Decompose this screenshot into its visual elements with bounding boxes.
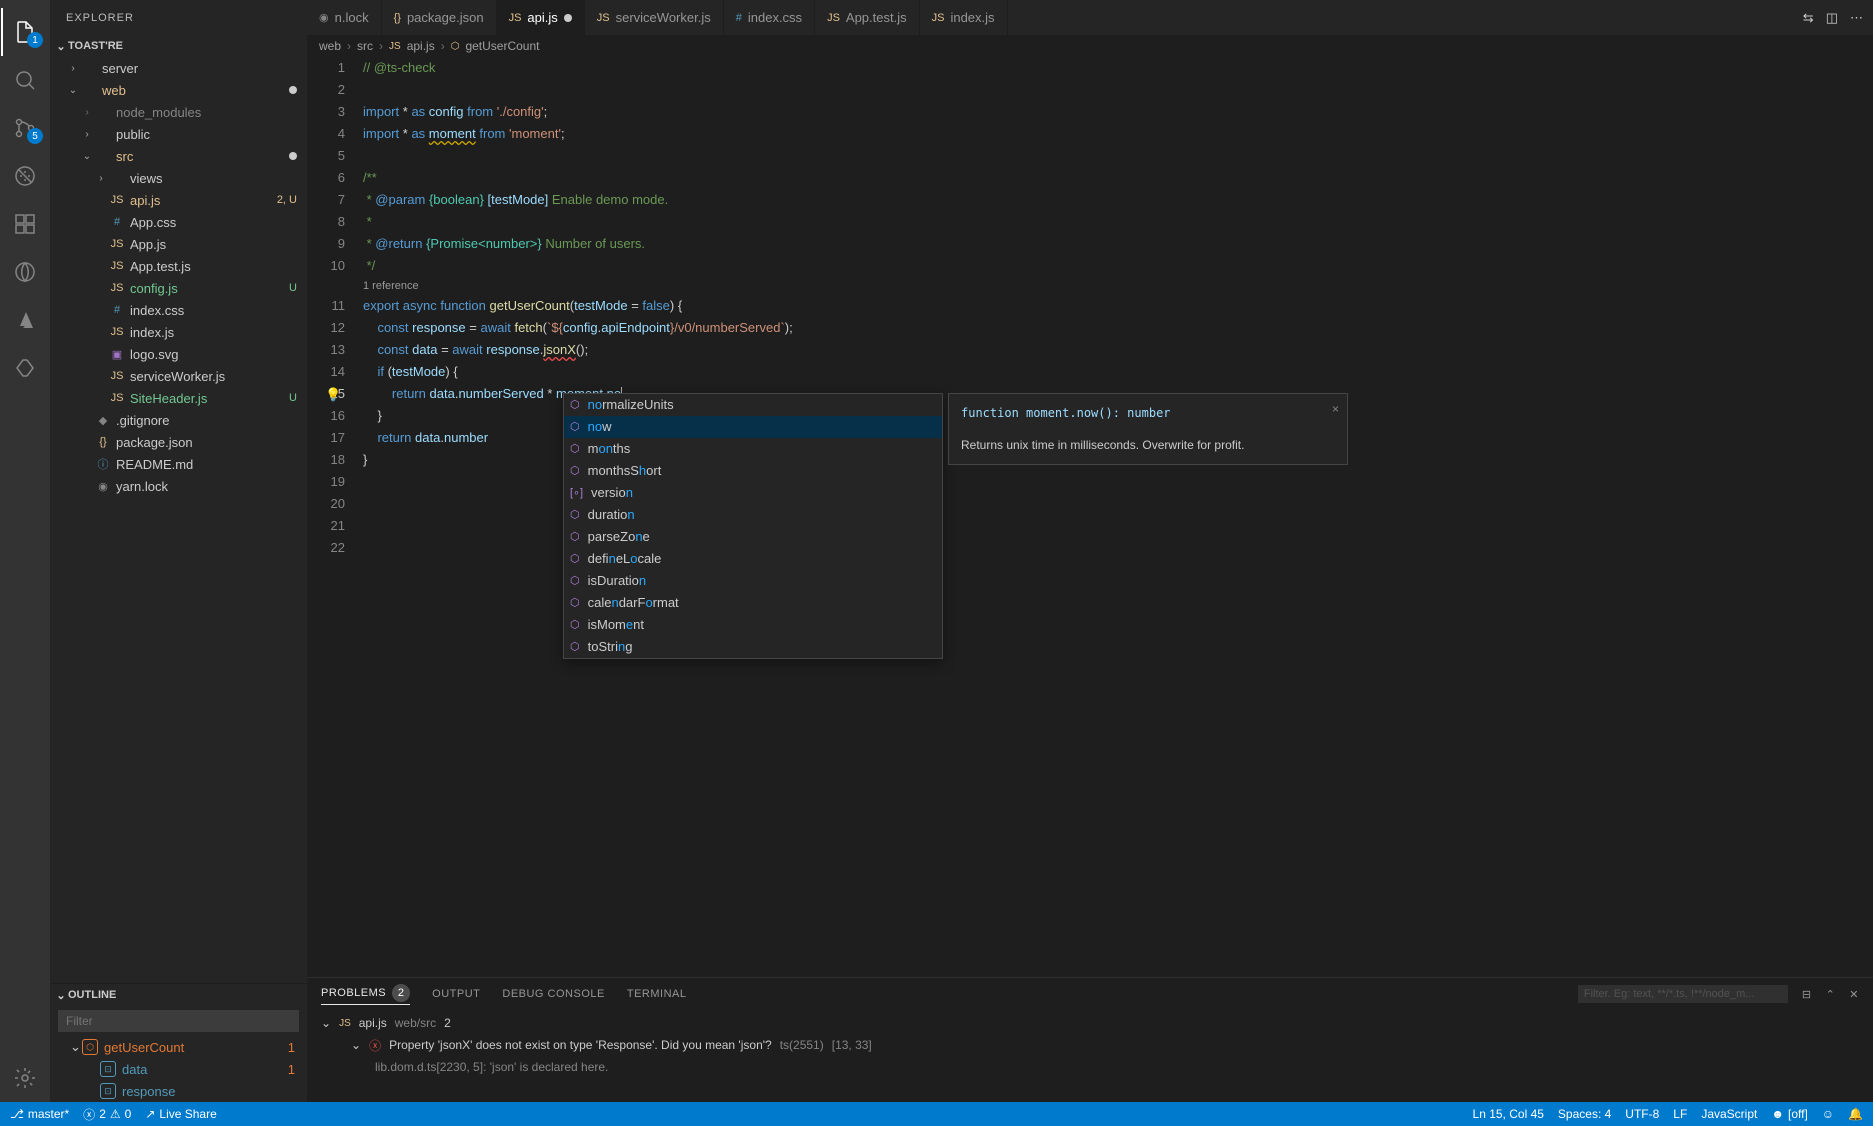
editor-tabs: ◉n.lock{}package.jsonJSapi.jsJSserviceWo…	[307, 0, 1873, 35]
tree-item[interactable]: JSSiteHeader.jsU	[50, 387, 307, 409]
code-editor[interactable]: 12345678910111213141516171819202122 // @…	[307, 57, 1873, 977]
problem-item[interactable]: ⌄ⓧProperty 'jsonX' does not exist on typ…	[321, 1034, 1859, 1056]
outline-item[interactable]: ⌄⬡getUserCount1	[50, 1036, 307, 1058]
editor-tab[interactable]: {}package.json	[382, 0, 497, 35]
problems-filter[interactable]	[1578, 985, 1788, 1003]
suggest-item[interactable]: ⬡defineLocale	[564, 548, 942, 570]
activity-bar: 1 5	[0, 0, 50, 1102]
breadcrumb-item[interactable]: web	[319, 39, 341, 53]
status-branch[interactable]: ⎇ master*	[10, 1107, 69, 1121]
tree-item[interactable]: ›node_modules	[50, 101, 307, 123]
tree-item[interactable]: ›server	[50, 57, 307, 79]
suggest-item[interactable]: ⬡isDuration	[564, 570, 942, 592]
breadcrumb-item[interactable]: src	[357, 39, 373, 53]
suggest-item[interactable]: ⬡normalizeUnits	[564, 394, 942, 416]
suggest-item[interactable]: ⬡duration	[564, 504, 942, 526]
azure-icon[interactable]	[1, 296, 49, 344]
breadcrumbs[interactable]: web›src›JSapi.js›⬡getUserCount	[307, 35, 1873, 57]
editor-tab[interactable]: JSindex.js	[920, 0, 1008, 35]
explorer-icon[interactable]: 1	[1, 8, 49, 56]
suggest-item[interactable]: ⬡monthsShort	[564, 460, 942, 482]
status-lang[interactable]: JavaScript	[1701, 1107, 1757, 1121]
bottom-panel: PROBLEMS 2 OUTPUT DEBUG CONSOLE TERMINAL ⊟ ⌃ ✕…	[307, 977, 1873, 1102]
outline-filter[interactable]	[58, 1010, 299, 1032]
status-smile-icon[interactable]: ☺	[1822, 1107, 1834, 1121]
tree-item[interactable]: ›public	[50, 123, 307, 145]
tree-item[interactable]: JSApp.js	[50, 233, 307, 255]
panel-tab[interactable]: PROBLEMS 2	[321, 984, 410, 1005]
tree-item[interactable]: #index.css	[50, 299, 307, 321]
suggest-item[interactable]: ⬡now	[564, 416, 942, 438]
suggest-item[interactable]: [∘]version	[564, 482, 942, 504]
panel-tab[interactable]: DEBUG CONSOLE	[502, 988, 604, 1000]
debug-icon[interactable]	[1, 152, 49, 200]
panel-collapse-icon[interactable]: ⊟	[1802, 988, 1812, 1001]
tree-item[interactable]: ◉yarn.lock	[50, 475, 307, 497]
suggest-doc: ×function moment.now(): numberReturns un…	[948, 393, 1348, 465]
panel-up-icon[interactable]: ⌃	[1826, 988, 1836, 1001]
search-icon[interactable]	[1, 56, 49, 104]
scm-badge: 5	[27, 128, 43, 144]
scm-icon[interactable]: 5	[1, 104, 49, 152]
gear-icon[interactable]	[1, 1054, 49, 1102]
dirty-indicator	[564, 14, 572, 22]
tree-item[interactable]: ›views	[50, 167, 307, 189]
suggest-item[interactable]: ⬡months	[564, 438, 942, 460]
tree-item[interactable]: JSapi.js2, U	[50, 189, 307, 211]
tree-item[interactable]: JSconfig.jsU	[50, 277, 307, 299]
editor-tab[interactable]: JSApp.test.js	[815, 0, 920, 35]
extensions-icon[interactable]	[1, 200, 49, 248]
suggest-item[interactable]: ⬡parseZone	[564, 526, 942, 548]
split-icon[interactable]: ◫	[1826, 10, 1838, 26]
liveshare-icon[interactable]	[1, 344, 49, 392]
editor-tab[interactable]: JSapi.js	[497, 0, 585, 35]
panel-close-icon[interactable]: ✕	[1849, 988, 1859, 1001]
lightbulb-icon[interactable]: 💡	[325, 384, 341, 406]
outline-item[interactable]: ⊡response	[50, 1080, 307, 1102]
breadcrumb-item[interactable]: getUserCount	[465, 39, 539, 53]
tree-item[interactable]: JSserviceWorker.js	[50, 365, 307, 387]
suggest-item[interactable]: ⬡calendarFormat	[564, 592, 942, 614]
status-feedback[interactable]: ☻ [off]	[1771, 1107, 1807, 1121]
problem-file[interactable]: ⌄JSapi.jsweb/src2	[321, 1012, 1859, 1034]
tree-item[interactable]: JSApp.test.js	[50, 255, 307, 277]
suggest-widget[interactable]: ⬡normalizeUnits⬡now⬡months⬡monthsShort[∘…	[563, 393, 943, 659]
status-bar: ⎇ master* ⓧ 2 ⚠ 0 ↗ Live Share Ln 15, Co…	[0, 1102, 1873, 1126]
status-cursor[interactable]: Ln 15, Col 45	[1473, 1107, 1544, 1121]
panel-tab[interactable]: TERMINAL	[627, 988, 687, 1000]
tree-item[interactable]: {}package.json	[50, 431, 307, 453]
close-icon[interactable]: ×	[1332, 398, 1339, 420]
editor-tab[interactable]: #index.css	[724, 0, 815, 35]
status-bell-icon[interactable]: 🔔	[1848, 1107, 1863, 1121]
problem-sub[interactable]: lib.dom.d.ts[2230, 5]: 'json' is declare…	[321, 1056, 1859, 1078]
outline-item[interactable]: ⊡data1	[50, 1058, 307, 1080]
editor-tab[interactable]: ◉n.lock	[307, 0, 382, 35]
sidebar-title: EXPLORER	[50, 0, 307, 35]
suggest-item[interactable]: ⬡isMoment	[564, 614, 942, 636]
sidebar: EXPLORER ⌄TOAST'RE ›server⌄web›node_modu…	[50, 0, 307, 1102]
status-errors[interactable]: ⓧ 2 ⚠ 0	[83, 1106, 131, 1123]
status-liveshare[interactable]: ↗ Live Share	[145, 1107, 216, 1121]
tree-item[interactable]: JSindex.js	[50, 321, 307, 343]
panel-tab[interactable]: OUTPUT	[432, 988, 480, 1000]
tree-item[interactable]: ▣logo.svg	[50, 343, 307, 365]
compare-icon[interactable]: ⇆	[1803, 10, 1814, 26]
tree-item[interactable]: #App.css	[50, 211, 307, 233]
tree-item[interactable]: ⓘREADME.md	[50, 453, 307, 475]
file-tree: ›server⌄web›node_modules›public⌄src›view…	[50, 57, 307, 983]
breadcrumb-item[interactable]: api.js	[407, 39, 435, 53]
tree-item[interactable]: ⌄web	[50, 79, 307, 101]
project-header[interactable]: ⌄TOAST'RE	[50, 35, 307, 57]
explorer-badge: 1	[27, 32, 43, 48]
status-eol[interactable]: LF	[1673, 1107, 1687, 1121]
tree-item[interactable]: ◆.gitignore	[50, 409, 307, 431]
status-spaces[interactable]: Spaces: 4	[1558, 1107, 1611, 1121]
more-icon[interactable]: ⋯	[1850, 10, 1863, 26]
remote-icon[interactable]	[1, 248, 49, 296]
editor-tab[interactable]: JSserviceWorker.js	[585, 0, 724, 35]
status-encoding[interactable]: UTF-8	[1625, 1107, 1659, 1121]
tree-item[interactable]: ⌄src	[50, 145, 307, 167]
suggest-item[interactable]: ⬡toString	[564, 636, 942, 658]
outline-header[interactable]: ⌄OUTLINE	[50, 984, 307, 1006]
